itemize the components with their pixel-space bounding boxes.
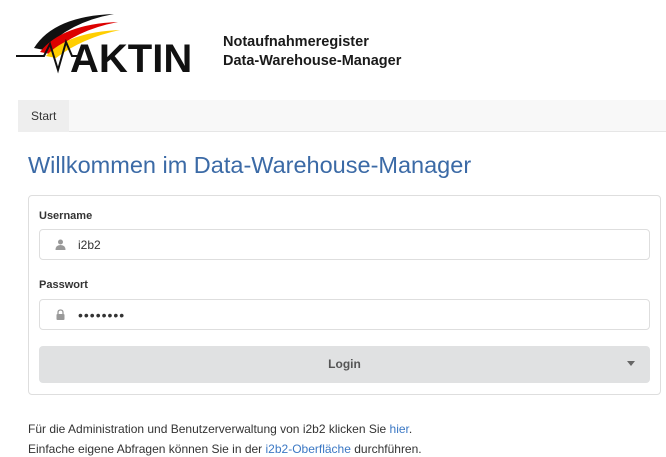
admin-info-prefix: Für die Administration und Benutzerverwa… [28, 422, 390, 436]
query-info-text: Einfache eigene Abfragen können Sie in d… [28, 442, 422, 456]
admin-info-text: Für die Administration und Benutzerverwa… [28, 422, 412, 436]
nav-start[interactable]: Start [18, 100, 70, 132]
admin-info-suffix: . [408, 422, 413, 436]
app-title-line1: Notaufnahmeregister [223, 34, 369, 50]
aktin-logo-graphic: AKTIN [16, 14, 192, 78]
password-input[interactable] [78, 300, 638, 329]
i2b2-webclient-link[interactable]: i2b2-Oberfläche [266, 442, 351, 456]
logo-wordmark: AKTIN [70, 37, 192, 78]
login-form: Username Passwort Login [28, 195, 661, 395]
navbar: Start [18, 100, 666, 132]
login-button[interactable]: Login [39, 346, 650, 383]
username-input[interactable] [78, 230, 638, 259]
aktin-logo: AKTIN [14, 8, 209, 78]
header: AKTIN Notaufnahmeregister Data-Warehouse… [0, 0, 666, 97]
admin-link[interactable]: hier [390, 422, 409, 436]
lock-icon [56, 309, 65, 320]
user-icon [55, 239, 66, 250]
password-field-wrapper [39, 299, 650, 330]
app-title-line2: Data-Warehouse-Manager [223, 53, 402, 69]
query-info-prefix: Einfache eigene Abfragen können Sie in d… [28, 442, 266, 456]
query-info-suffix: durchführen. [350, 442, 422, 456]
login-button-label: Login [328, 357, 361, 371]
page-title: Willkommen im Data-Warehouse-Manager [28, 152, 472, 178]
username-field-wrapper [39, 229, 650, 260]
app-title: Notaufnahmeregister Data-Warehouse-Manag… [223, 33, 401, 71]
caret-down-icon[interactable] [627, 361, 635, 366]
password-label: Passwort [39, 279, 88, 291]
username-label: Username [39, 210, 93, 222]
